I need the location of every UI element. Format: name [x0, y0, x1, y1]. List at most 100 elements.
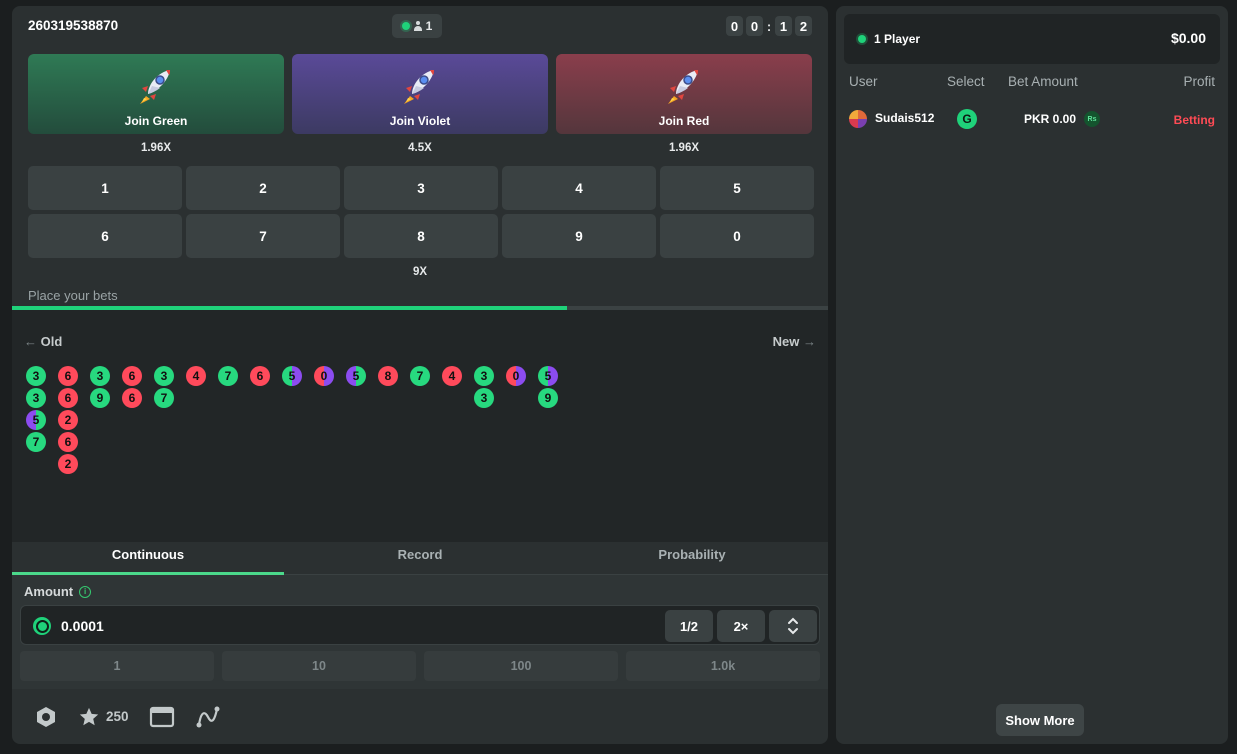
red-multiplier: 1.96X — [668, 142, 700, 154]
violet-multiplier: 4.5X — [408, 142, 432, 154]
history-ball: 0 — [506, 366, 526, 386]
green-multiplier: 1.96X — [140, 142, 172, 154]
game-panel: 260319538870 1 0 0 : 1 2 Join Green Join… — [12, 6, 828, 744]
history-ball: 6 — [122, 366, 142, 386]
number-button-5[interactable]: 5 — [660, 166, 814, 210]
history-new-link[interactable]: New → — [773, 334, 816, 349]
quick-amount-1k[interactable]: 1.0k — [626, 651, 820, 681]
join-color-buttons: Join Green Join Violet Join Red — [28, 54, 812, 134]
tab-continuous[interactable]: Continuous — [12, 542, 284, 575]
players-count: 1 Player — [858, 32, 920, 46]
history-ball: 8 — [378, 366, 398, 386]
number-button-4[interactable]: 4 — [502, 166, 656, 210]
history-ball: 6 — [58, 388, 78, 408]
amount-value[interactable]: 0.0001 — [61, 618, 104, 634]
join-green-button[interactable]: Join Green — [28, 54, 284, 134]
color-multipliers: 1.96X 4.5X 1.96X — [28, 142, 812, 154]
number-button-0[interactable]: 0 — [660, 214, 814, 258]
bet-mode-tabs: Continuous Record Probability — [12, 542, 828, 575]
stats-button[interactable] — [195, 705, 221, 729]
table-row: Sudais512 G PKR 0.00 Rs Betting — [836, 106, 1228, 134]
arrow-right-icon: → — [803, 334, 816, 349]
double-amount-button[interactable]: 2× — [717, 610, 765, 642]
tab-probability[interactable]: Probability — [556, 542, 828, 574]
rocket-icon — [668, 70, 698, 104]
join-violet-button[interactable]: Join Violet — [292, 54, 548, 134]
history-ball: 3 — [26, 388, 46, 408]
fairness-button[interactable] — [34, 705, 58, 729]
star-icon — [79, 707, 99, 725]
online-dot-icon — [401, 22, 410, 30]
number-button-8[interactable]: 8 — [344, 214, 498, 258]
amount-label-text: Amount — [24, 584, 74, 599]
tab-record[interactable]: Record — [284, 542, 556, 574]
timer-digit: 0 — [746, 16, 763, 36]
theater-mode-button[interactable] — [149, 706, 175, 728]
user-icon — [413, 21, 423, 31]
chevron-down-icon[interactable] — [787, 627, 799, 635]
star-count: 250 — [106, 709, 129, 724]
number-button-9[interactable]: 9 — [502, 214, 656, 258]
player-count: 1 — [425, 19, 433, 33]
join-red-button[interactable]: Join Red — [556, 54, 812, 134]
history-ball: 3 — [90, 366, 110, 386]
player-profit: Betting — [1173, 113, 1215, 127]
amount-stepper[interactable] — [769, 610, 817, 642]
countdown-timer: 0 0 : 1 2 — [726, 16, 812, 36]
player-bet-amount: PKR 0.00 — [1024, 112, 1077, 126]
online-dot-icon — [858, 35, 866, 43]
amount-field[interactable]: 0.0001 1/2 2× — [20, 605, 820, 645]
timer-digit: 1 — [775, 16, 792, 36]
join-violet-label: Join Violet — [389, 114, 451, 128]
history-ball: 2 — [58, 454, 78, 474]
history-old-link[interactable]: ← Old — [24, 334, 62, 349]
number-button-2[interactable]: 2 — [186, 166, 340, 210]
number-grid: 1 2 3 4 5 6 7 8 9 0 — [28, 166, 814, 258]
number-button-3[interactable]: 3 — [344, 166, 498, 210]
history-ball: 5 — [282, 366, 302, 386]
hexagon-icon — [37, 706, 55, 727]
history-ball: 7 — [410, 366, 430, 386]
history-ball: 9 — [538, 388, 558, 408]
number-button-7[interactable]: 7 — [186, 214, 340, 258]
player-username[interactable]: Sudais512 — [875, 111, 934, 125]
history-ball: 5 — [26, 410, 46, 430]
quick-amount-10[interactable]: 10 — [222, 651, 416, 681]
window-icon — [149, 706, 174, 727]
quick-amount-100[interactable]: 100 — [424, 651, 618, 681]
favorite-button[interactable]: 250 — [78, 706, 129, 728]
bet-controls: Amount i 0.0001 1/2 2× 1 10 100 1.0k — [12, 575, 828, 689]
number-button-6[interactable]: 6 — [28, 214, 182, 258]
result-history: ← Old New → 3357662623966374765058743305… — [12, 310, 828, 542]
history-old-label: Old — [40, 334, 63, 349]
history-ball: 3 — [154, 366, 174, 386]
history-ball: 4 — [442, 366, 462, 386]
column-header-select: Select — [947, 74, 985, 89]
show-more-button[interactable]: Show More — [996, 704, 1084, 736]
history-ball: 7 — [26, 432, 46, 452]
history-ball: 5 — [538, 366, 558, 386]
info-icon[interactable]: i — [79, 585, 92, 598]
number-button-1[interactable]: 1 — [28, 166, 182, 210]
chevron-up-icon[interactable] — [787, 617, 799, 625]
history-ball: 3 — [26, 366, 46, 386]
avatar — [849, 110, 867, 128]
half-amount-button[interactable]: 1/2 — [665, 610, 713, 642]
history-ball: 6 — [58, 432, 78, 452]
quick-amount-1[interactable]: 1 — [20, 651, 214, 681]
history-ball: 3 — [474, 388, 494, 408]
currency-icon: Rs — [1084, 111, 1100, 127]
arrow-left-icon: ← — [24, 334, 37, 349]
rocket-icon — [404, 70, 434, 104]
number-multiplier: 9X — [412, 266, 428, 278]
amount-label: Amount i — [24, 584, 92, 599]
timer-separator: : — [766, 18, 772, 34]
history-ball: 7 — [154, 388, 174, 408]
history-ball: 6 — [122, 388, 142, 408]
game-footer: 250 — [12, 689, 828, 744]
history-ball: 6 — [250, 366, 270, 386]
players-panel: 1 Player $0.00 User Select Bet Amount Pr… — [836, 6, 1228, 744]
quick-amounts: 1 10 100 1.0k — [20, 651, 820, 681]
total-bet: $0.00 — [1170, 30, 1206, 46]
game-id: 260319538870 — [28, 18, 119, 33]
